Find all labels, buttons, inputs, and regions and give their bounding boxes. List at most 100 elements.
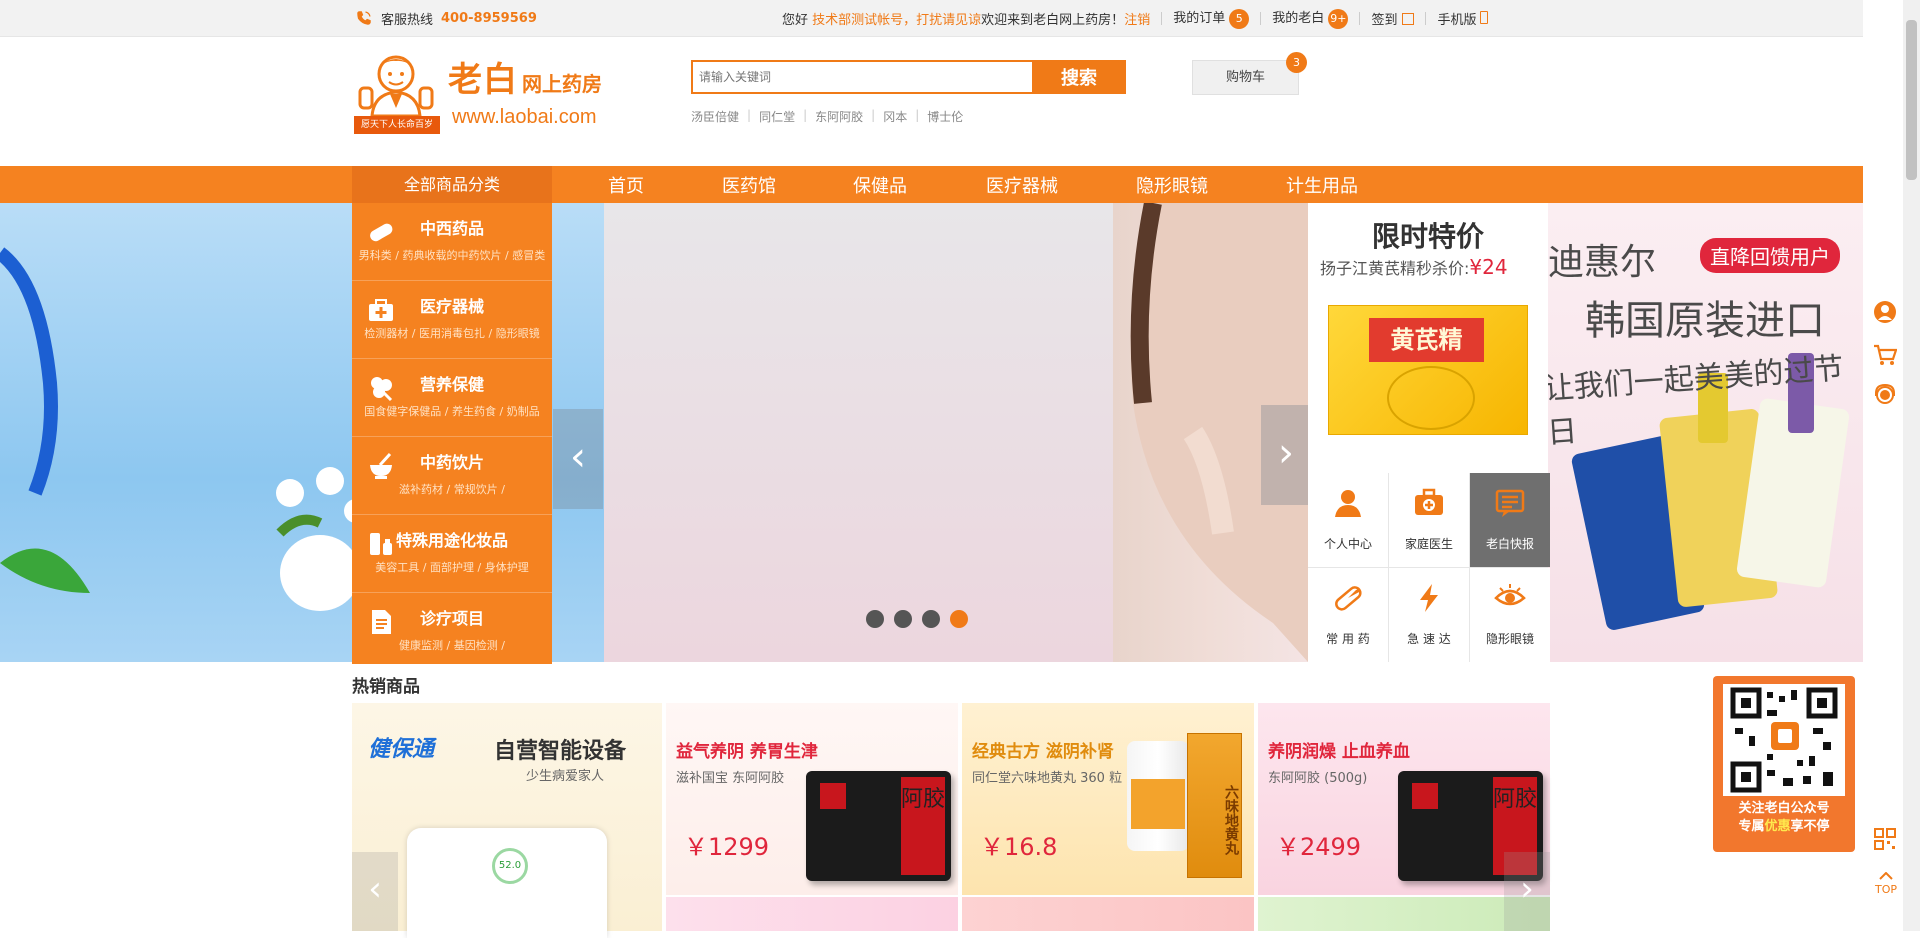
qr-caption-highlight: 优惠 (1764, 819, 1791, 834)
logout-link[interactable]: 注销 (1124, 9, 1150, 28)
carousel-dot-active[interactable] (950, 610, 968, 628)
category-item[interactable]: 特殊用途化妆品 美容工具 / 面部护理 / 身体护理 (352, 515, 552, 593)
product-box-label: 阿胶 (901, 777, 945, 875)
product-title: 益气养阴 养胃生津 (676, 742, 818, 762)
hot-search-words: 汤臣倍健 | 同仁堂 | 东阿阿胶 | 冈本 | 博士伦 (691, 108, 971, 125)
back-to-top-button[interactable]: TOP (1871, 870, 1901, 896)
divider (1161, 11, 1163, 25)
search-input[interactable] (691, 60, 1032, 94)
logo-subtitle: 网上药房 (522, 72, 602, 96)
nav-item-pharmacy[interactable]: 医药馆 (722, 172, 853, 198)
category-title: 医疗器械 (419, 297, 484, 316)
promo-card-smart-device[interactable]: 健保通 自营智能设备 少生病爱家人 52.0 (352, 703, 662, 938)
scrollbar-thumb[interactable] (1906, 20, 1917, 180)
product-card[interactable]: 益气养阴 养胃生津 滋补国宝 东阿阿胶 ￥1299 阿胶 (666, 703, 958, 895)
category-menu: 中西药品 男科类 / 药典收载的中药饮片 / 感冒类 医疗器械 检测器材 / 医… (352, 203, 552, 664)
hot-word-link[interactable]: 东阿阿胶 (807, 108, 871, 125)
hot-next-button[interactable]: › (1504, 852, 1550, 931)
hero-carousel[interactable]: 迪惠尔 直降回馈用户 韩国原装进口 让我们一起美美的过节日 ‹ › (0, 203, 1863, 662)
ribbon-image (0, 247, 58, 496)
search-button[interactable]: 搜索 (1032, 60, 1126, 94)
top-bar: 客服热线 400-8959569 您好 技术部测试帐号，打扰请见谅 欢迎来到老白… (0, 0, 1863, 37)
quick-link-express-delivery[interactable]: 急 速 达 (1389, 568, 1469, 662)
user-account-icon[interactable] (1873, 300, 1897, 324)
carousel-dot[interactable] (866, 610, 884, 628)
nav-item-medical-devices[interactable]: 医疗器械 (986, 172, 1136, 198)
carousel-prev-button[interactable]: ‹ (553, 409, 603, 509)
user-links: 您好 技术部测试帐号，打扰请见谅 欢迎来到老白网上药房！ 注销 我的订单 5 我的… (782, 0, 1489, 36)
hot-prev-button[interactable]: ‹ (352, 852, 398, 931)
category-subtitle: 美容工具 / 面部护理 / 身体护理 (375, 561, 529, 574)
quick-link-personal-center[interactable]: 个人中心 (1308, 473, 1388, 567)
box-seal (820, 783, 846, 809)
qr-code-image (1723, 684, 1845, 796)
category-title: 特殊用途化妆品 (395, 531, 508, 550)
hot-word-link[interactable]: 汤臣倍健 (691, 108, 747, 125)
my-laobai-label: 我的老白 (1272, 11, 1325, 27)
qr-code-icon[interactable] (1873, 827, 1897, 851)
product-card-row2[interactable] (666, 897, 958, 931)
orders-count-badge: 5 (1229, 8, 1250, 29)
product-price: ￥2499 (1276, 833, 1362, 861)
category-title: 营养保健 (419, 375, 484, 394)
divider (1425, 11, 1427, 25)
qr-caption-part: 享不停 (1790, 819, 1830, 834)
product-card-row2[interactable] (962, 897, 1254, 931)
customer-service-icon[interactable] (1873, 383, 1897, 407)
chevron-left-icon: ‹ (570, 434, 586, 480)
pill-bottle-image (1127, 741, 1189, 851)
floating-sidebar (1863, 0, 1903, 931)
category-title: 诊疗项目 (419, 609, 484, 628)
quick-link-laobai-news[interactable]: 老白快报 (1470, 473, 1550, 567)
category-item[interactable]: 营养保健 国食健字保健品 / 养生药食 / 奶制品 (352, 359, 552, 437)
nav-item-family-planning[interactable]: 计生用品 (1286, 172, 1358, 198)
shopping-cart-icon[interactable] (1873, 343, 1897, 367)
nav-item-home[interactable]: 首页 (608, 172, 722, 198)
carousel-dot[interactable] (922, 610, 940, 628)
quick-link-label: 常 用 药 (1326, 632, 1370, 646)
product-price: ￥16.8 (980, 833, 1058, 861)
product-subtitle: 同仁堂六味地黄丸 360 粒 (972, 771, 1123, 786)
flash-sale-product-image[interactable]: 黄芪精 (1328, 305, 1528, 435)
quick-link-common-medicine[interactable]: 常 用 药 (1308, 568, 1388, 662)
cart-count-badge: 3 (1286, 52, 1307, 73)
carousel-dot[interactable] (894, 610, 912, 628)
category-item[interactable]: 诊疗项目 健康监测 / 基因检测 / (352, 593, 552, 670)
wechat-qr-card[interactable]: 关注老白公众号 专属优惠享不停 (1713, 676, 1855, 852)
logo-url: www.laobai.com (452, 106, 597, 128)
nav-items: 首页 医药馆 保健品 医疗器械 隐形眼镜 计生用品 (608, 166, 1358, 203)
customer-hotline: 客服热线 400-8959569 (355, 0, 537, 36)
my-laobai-link[interactable]: 我的老白 9+ (1272, 7, 1349, 29)
site-logo[interactable]: 愿天下人长命百岁 老白 网上药房 www.laobai.com (352, 50, 604, 136)
mobile-label: 手机版 (1437, 12, 1477, 28)
flash-sale-price: ¥24 (1469, 255, 1508, 279)
eye-icon (1494, 584, 1526, 606)
category-subtitle: 国食健字保健品 / 养生药食 / 奶制品 (364, 405, 540, 418)
category-item[interactable]: 医疗器械 检测器材 / 医用消毒包扎 / 隐形眼镜 (352, 281, 552, 359)
scale-display: 52.0 (492, 848, 528, 884)
product-box-label: 六味地黄丸 (1187, 733, 1242, 878)
all-categories-button[interactable]: 全部商品分类 (352, 166, 552, 203)
quick-link-label: 个人中心 (1323, 537, 1372, 551)
my-orders-link[interactable]: 我的订单 5 (1173, 7, 1250, 29)
nav-item-contact-lenses[interactable]: 隐形眼镜 (1136, 172, 1286, 198)
qr-caption: 关注老白公众号 专属优惠享不停 (1713, 800, 1855, 836)
flash-sale-panel[interactable]: 限时特价 扬子江黄芪精秒杀价:¥24 黄芪精 (1308, 203, 1548, 473)
product-subtitle: 东阿阿胶 (500g) (1268, 771, 1368, 786)
quick-link-contact-lenses[interactable]: 隐形眼镜 (1470, 568, 1550, 662)
cart-button[interactable]: 购物车 (1192, 60, 1299, 95)
hot-word-link[interactable]: 博士伦 (919, 108, 971, 125)
product-title: 养阴润燥 止血养血 (1268, 742, 1410, 762)
carousel-next-button[interactable]: › (1261, 405, 1311, 505)
account-name-link[interactable]: 技术部测试帐号，打扰请见谅 (812, 9, 981, 28)
category-item[interactable]: 中药饮片 滋补药材 / 常规饮片 / (352, 437, 552, 515)
mobile-version-link[interactable]: 手机版 (1437, 9, 1489, 28)
product-card[interactable]: 经典古方 滋阴补肾 同仁堂六味地黄丸 360 粒 ￥16.8 六味地黄丸 (962, 703, 1254, 895)
hot-word-link[interactable]: 同仁堂 (751, 108, 803, 125)
nav-item-health-products[interactable]: 保健品 (853, 172, 986, 198)
product-price: ￥1299 (684, 833, 770, 861)
hot-word-link[interactable]: 冈本 (875, 108, 915, 125)
checkin-link[interactable]: 签到 (1371, 9, 1415, 28)
quick-link-family-doctor[interactable]: 家庭医生 (1389, 473, 1469, 567)
category-item[interactable]: 中西药品 男科类 / 药典收载的中药饮片 / 感冒类 (352, 203, 552, 281)
